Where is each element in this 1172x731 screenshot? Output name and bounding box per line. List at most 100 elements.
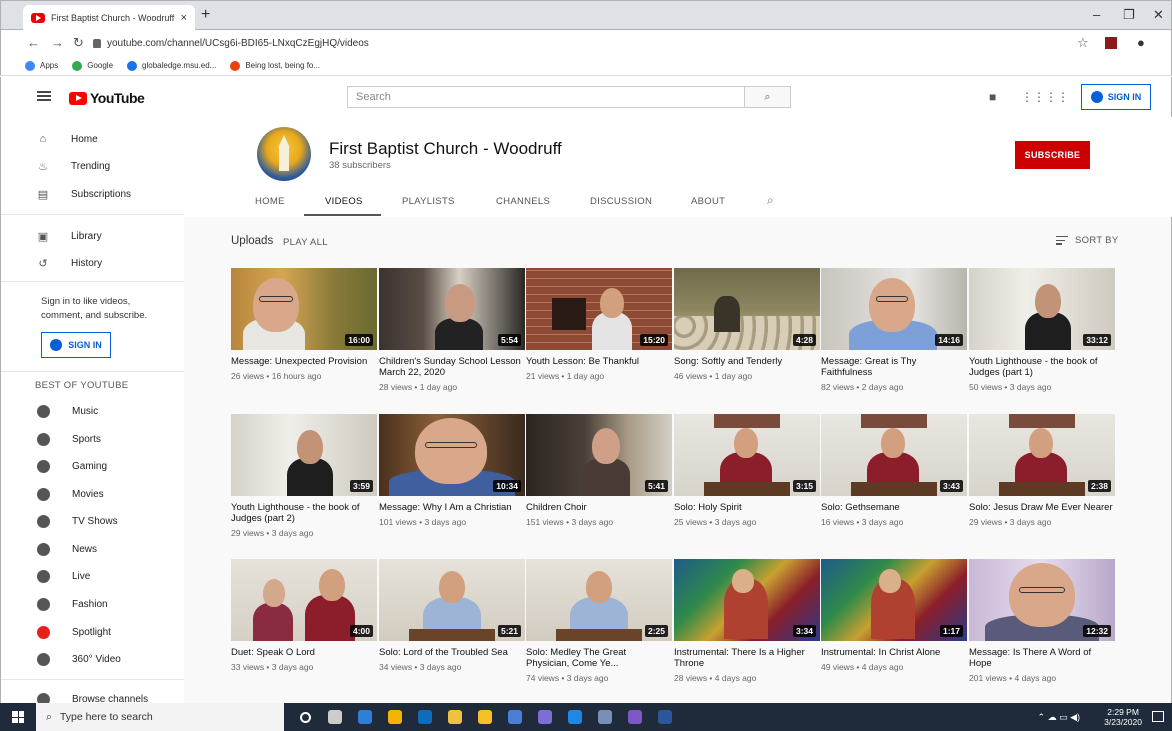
word-icon[interactable] <box>650 703 680 731</box>
channel-search-icon[interactable]: ⌕ <box>767 193 774 208</box>
video-title[interactable]: Message: Is There A Word of Hope <box>969 647 1115 669</box>
tab-home[interactable]: HOME <box>255 196 285 207</box>
video-title[interactable]: Message: Great is Thy Faithfulness <box>821 356 967 378</box>
sort-by-button[interactable]: SORT BY <box>1056 235 1118 246</box>
video-card[interactable]: 5:54 Children's Sunday School Lesson Marc… <box>379 268 525 392</box>
apps-icon[interactable]: ⋮⋮⋮ <box>1021 90 1057 104</box>
video-title[interactable]: Solo: Medley The Great Physician, Come Y… <box>526 647 672 669</box>
video-title[interactable]: Song: Softly and Tenderly <box>674 356 820 367</box>
video-title[interactable]: Duet: Speak O Lord <box>231 647 377 658</box>
clock[interactable]: 2:29 PM 3/23/2020 <box>1104 707 1142 727</box>
sign-in-button[interactable]: SIGN IN <box>1081 84 1151 110</box>
outlook-icon[interactable] <box>410 703 440 731</box>
video-card[interactable]: 3:15 Solo: Holy Spirit 25 views • 3 days a… <box>674 414 820 527</box>
edge-icon[interactable] <box>350 703 380 731</box>
sidebar-item-subscriptions[interactable]: ▤ Subscriptions <box>1 182 184 206</box>
sidebar-item-news[interactable]: News <box>1 537 184 561</box>
start-button[interactable] <box>0 703 36 731</box>
tab-videos[interactable]: VIDEOS <box>325 196 363 207</box>
video-thumbnail[interactable]: 2:38 <box>969 414 1115 496</box>
channel-avatar[interactable] <box>257 127 311 181</box>
sidebar-item-movies[interactable]: Movies <box>1 482 184 506</box>
video-title[interactable]: Youth Lighthouse - the book of Judges (p… <box>231 502 377 524</box>
browser-tab[interactable]: First Baptist Church - Woodruff - × <box>23 5 195 31</box>
video-thumbnail[interactable]: 15:20 <box>526 268 672 350</box>
video-title[interactable]: Instrumental: There Is a Higher Throne <box>674 647 820 669</box>
sidebar-item-home[interactable]: ⌂ Home <box>1 127 184 151</box>
sidebar-item-fashion[interactable]: Fashion <box>1 592 184 616</box>
video-title[interactable]: Children Choir <box>526 502 672 513</box>
video-title[interactable]: Solo: Holy Spirit <box>674 502 820 513</box>
video-thumbnail[interactable]: 5:21 <box>379 559 525 641</box>
menu-icon[interactable] <box>37 91 51 101</box>
tab-playlists[interactable]: PLAYLISTS <box>402 196 455 207</box>
video-card[interactable]: 15:20 Youth Lesson: Be Thankful 21 views •… <box>526 268 672 381</box>
settings-more-icon[interactable]: ⋮ <box>1057 90 1069 104</box>
back-icon[interactable]: ← <box>27 35 40 50</box>
notifications-icon[interactable] <box>1152 711 1164 722</box>
search-input[interactable]: Search <box>347 86 745 108</box>
restore-icon[interactable]: ❐ <box>1123 7 1135 23</box>
star-icon[interactable]: ☆ <box>1077 35 1089 51</box>
video-card[interactable]: 10:34 Message: Why I Am a Christian 101 vi… <box>379 414 525 527</box>
video-card[interactable]: 5:41 Children Choir 151 views • 3 days ago <box>526 414 672 527</box>
video-thumbnail[interactable]: 4:28 <box>674 268 820 350</box>
taskbar-search-input[interactable]: ⌕ Type here to search <box>36 703 284 731</box>
video-thumbnail[interactable]: 16:00 <box>231 268 377 350</box>
cortana-icon[interactable] <box>290 703 320 731</box>
video-card[interactable]: 1:17 Instrumental: In Christ Alone 49 view… <box>821 559 967 672</box>
minimize-icon[interactable]: – <box>1093 7 1100 22</box>
video-card[interactable]: 4:00 Duet: Speak O Lord 33 views • 3 days … <box>231 559 377 672</box>
play-all-button[interactable]: PLAY ALL <box>283 237 328 248</box>
video-title[interactable]: Message: Unexpected Provision <box>231 356 377 367</box>
video-card[interactable]: 16:00 Message: Unexpected Provision 26 vie… <box>231 268 377 381</box>
visio-icon[interactable] <box>590 703 620 731</box>
video-title[interactable]: Instrumental: In Christ Alone <box>821 647 967 658</box>
onenote-icon[interactable] <box>620 703 650 731</box>
sidebar-item-tv-shows[interactable]: TV Shows <box>1 509 184 533</box>
video-thumbnail[interactable]: 33:12 <box>969 268 1115 350</box>
video-card[interactable]: 4:28 Song: Softly and Tenderly 46 views • … <box>674 268 820 381</box>
video-title[interactable]: Solo: Jesus Draw Me Ever Nearer <box>969 502 1115 513</box>
new-tab-button[interactable]: + <box>201 6 210 24</box>
task-view-icon[interactable] <box>320 703 350 731</box>
sidebar-item-music[interactable]: Music <box>1 399 184 423</box>
sidebar-item-trending[interactable]: ♨ Trending <box>1 154 184 178</box>
sidebar-item-browse-channels[interactable]: Browse channels <box>1 687 184 703</box>
sidebar-item-sports[interactable]: Sports <box>1 427 184 451</box>
app-purple-icon[interactable] <box>530 703 560 731</box>
video-title[interactable]: Message: Why I Am a Christian <box>379 502 525 513</box>
app-blue-icon[interactable] <box>500 703 530 731</box>
video-title[interactable]: Youth Lighthouse - the book of Judges (p… <box>969 356 1115 378</box>
youtube-logo[interactable]: YouTube <box>69 90 145 106</box>
url-field[interactable]: youtube.com/channel/UCsg6i-BDI65-LNxqCzE… <box>93 33 1103 53</box>
video-card[interactable]: 2:38 Solo: Jesus Draw Me Ever Nearer 29 vi… <box>969 414 1115 527</box>
video-thumbnail[interactable]: 3:43 <box>821 414 967 496</box>
video-thumbnail[interactable]: 2:25 <box>526 559 672 641</box>
video-card[interactable]: 12:32 Message: Is There A Word of Hope 201… <box>969 559 1115 683</box>
video-title[interactable]: Children's Sunday School Lesson March 22… <box>379 356 525 378</box>
tab-discussion[interactable]: DISCUSSION <box>590 196 652 207</box>
bookmark-apps[interactable]: Apps <box>25 60 58 71</box>
sidebar-item-spotlight[interactable]: Spotlight <box>1 620 184 644</box>
video-thumbnail[interactable]: 4:00 <box>231 559 377 641</box>
chrome-icon[interactable] <box>380 703 410 731</box>
video-thumbnail[interactable]: 5:54 <box>379 268 525 350</box>
search-button[interactable]: ⌕ <box>745 86 791 108</box>
profile-icon[interactable]: ● <box>1137 35 1145 50</box>
file-explorer-icon[interactable] <box>440 703 470 731</box>
sticky-icon[interactable] <box>470 703 500 731</box>
sidebar-item-library[interactable]: ▣ Library <box>1 224 184 248</box>
tab-channels[interactable]: CHANNELS <box>496 196 550 207</box>
video-thumbnail[interactable]: 3:34 <box>674 559 820 641</box>
system-tray-icons[interactable]: ⌃ ☁ ▭ ◀) <box>1038 712 1080 723</box>
video-card[interactable]: 3:34 Instrumental: There Is a Higher Thro… <box>674 559 820 683</box>
video-title[interactable]: Solo: Lord of the Troubled Sea <box>379 647 525 658</box>
video-title[interactable]: Solo: Gethsemane <box>821 502 967 513</box>
video-thumbnail[interactable]: 1:17 <box>821 559 967 641</box>
bookmark-being-lost[interactable]: Being lost, being fo... <box>230 60 320 71</box>
reload-icon[interactable]: ↻ <box>73 35 84 51</box>
tab-about[interactable]: ABOUT <box>691 196 725 207</box>
video-thumbnail[interactable]: 12:32 <box>969 559 1115 641</box>
video-thumbnail[interactable]: 3:59 <box>231 414 377 496</box>
